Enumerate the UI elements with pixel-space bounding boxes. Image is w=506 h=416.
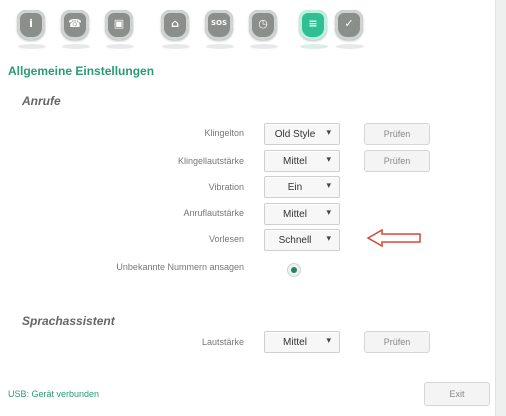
chevron-down-icon: ▾: [326, 180, 331, 190]
sos-glyph: SOS: [210, 19, 228, 27]
toolbar-tab-check[interactable]: ✓: [332, 6, 366, 49]
phone-glyph: ☎: [68, 17, 82, 30]
tab-shadow: [18, 44, 46, 49]
assistant-volume-test-button[interactable]: Prüfen: [364, 331, 430, 353]
toolbar-tab-sos[interactable]: SOS: [202, 6, 236, 49]
toolbar-tab-display[interactable]: ▣: [102, 6, 136, 49]
tab-shadow: [206, 44, 234, 49]
read-aloud-label: Vorlesen: [208, 234, 244, 244]
ringtone-value: Old Style: [274, 129, 316, 140]
toolbar-tab-contacts[interactable]: ⌂: [158, 6, 192, 49]
check-glyph: ✓: [344, 17, 354, 30]
ring-volume-test-button[interactable]: Prüfen: [364, 150, 430, 172]
group-title-calls: Anrufe: [22, 94, 61, 108]
vibration-label: Vibration: [208, 182, 244, 192]
tab-shadow: [336, 44, 364, 49]
group-title-assistant: Sprachassistent: [22, 314, 115, 328]
tab-shadow: [250, 44, 278, 49]
chevron-down-icon: ▾: [326, 233, 331, 243]
call-volume-select[interactable]: Mittel ▾: [264, 203, 340, 225]
page-title: Allgemeine Einstellungen: [8, 64, 155, 78]
info-glyph: i: [29, 17, 33, 30]
tab-shadow: [62, 44, 90, 49]
assistant-volume-label: Lautstärke: [201, 337, 244, 347]
ringtone-test-button[interactable]: Prüfen: [364, 123, 430, 145]
toolbar-tab-settings[interactable]: ≡: [296, 6, 330, 49]
assistant-volume-value: Mittel: [283, 337, 307, 348]
red-arrow-icon: [366, 228, 421, 248]
vibration-value: Ein: [287, 182, 303, 193]
announce-unknown-toggle[interactable]: [287, 263, 301, 277]
window-edge: [495, 0, 506, 416]
display-glyph: ▣: [113, 17, 125, 30]
ringtone-select[interactable]: Old Style ▾: [264, 123, 340, 145]
clock-glyph: ◷: [258, 17, 268, 30]
toolbar-tab-calls[interactable]: ☎: [58, 6, 92, 49]
tab-shadow: [300, 44, 328, 49]
tab-shadow: [162, 44, 190, 49]
ringtone-label: Klingelton: [204, 128, 244, 138]
tab-shadow: [106, 44, 134, 49]
call-volume-label: Anruflautstärke: [183, 208, 244, 218]
contacts-glyph: ⌂: [171, 17, 179, 30]
chevron-down-icon: ▾: [326, 154, 331, 164]
chevron-down-icon: ▾: [326, 335, 331, 345]
ring-volume-value: Mittel: [283, 156, 307, 167]
toolbar-tab-info[interactable]: i: [14, 6, 48, 49]
call-volume-value: Mittel: [283, 209, 307, 220]
chevron-down-icon: ▾: [326, 127, 331, 137]
vibration-select[interactable]: Ein ▾: [264, 176, 340, 198]
read-aloud-value: Schnell: [278, 235, 312, 246]
settings-glyph: ≡: [308, 17, 318, 30]
toolbar-tab-alarm[interactable]: ◷: [246, 6, 280, 49]
toolbar: i ☎ ▣ ⌂ SOS ◷ ≡ ✓: [14, 6, 374, 54]
ring-volume-select[interactable]: Mittel ▾: [264, 150, 340, 172]
ring-volume-label: Klingellautstärke: [177, 156, 244, 166]
radio-dot: [291, 267, 297, 273]
announce-unknown-label: Unbekannte Nummern ansagen: [116, 262, 244, 272]
exit-button[interactable]: Exit: [424, 382, 490, 406]
usb-status: USB: Gerät verbunden: [8, 389, 100, 399]
assistant-volume-select[interactable]: Mittel ▾: [264, 331, 340, 353]
chevron-down-icon: ▾: [326, 207, 331, 217]
read-aloud-select[interactable]: Schnell ▾: [264, 229, 340, 251]
